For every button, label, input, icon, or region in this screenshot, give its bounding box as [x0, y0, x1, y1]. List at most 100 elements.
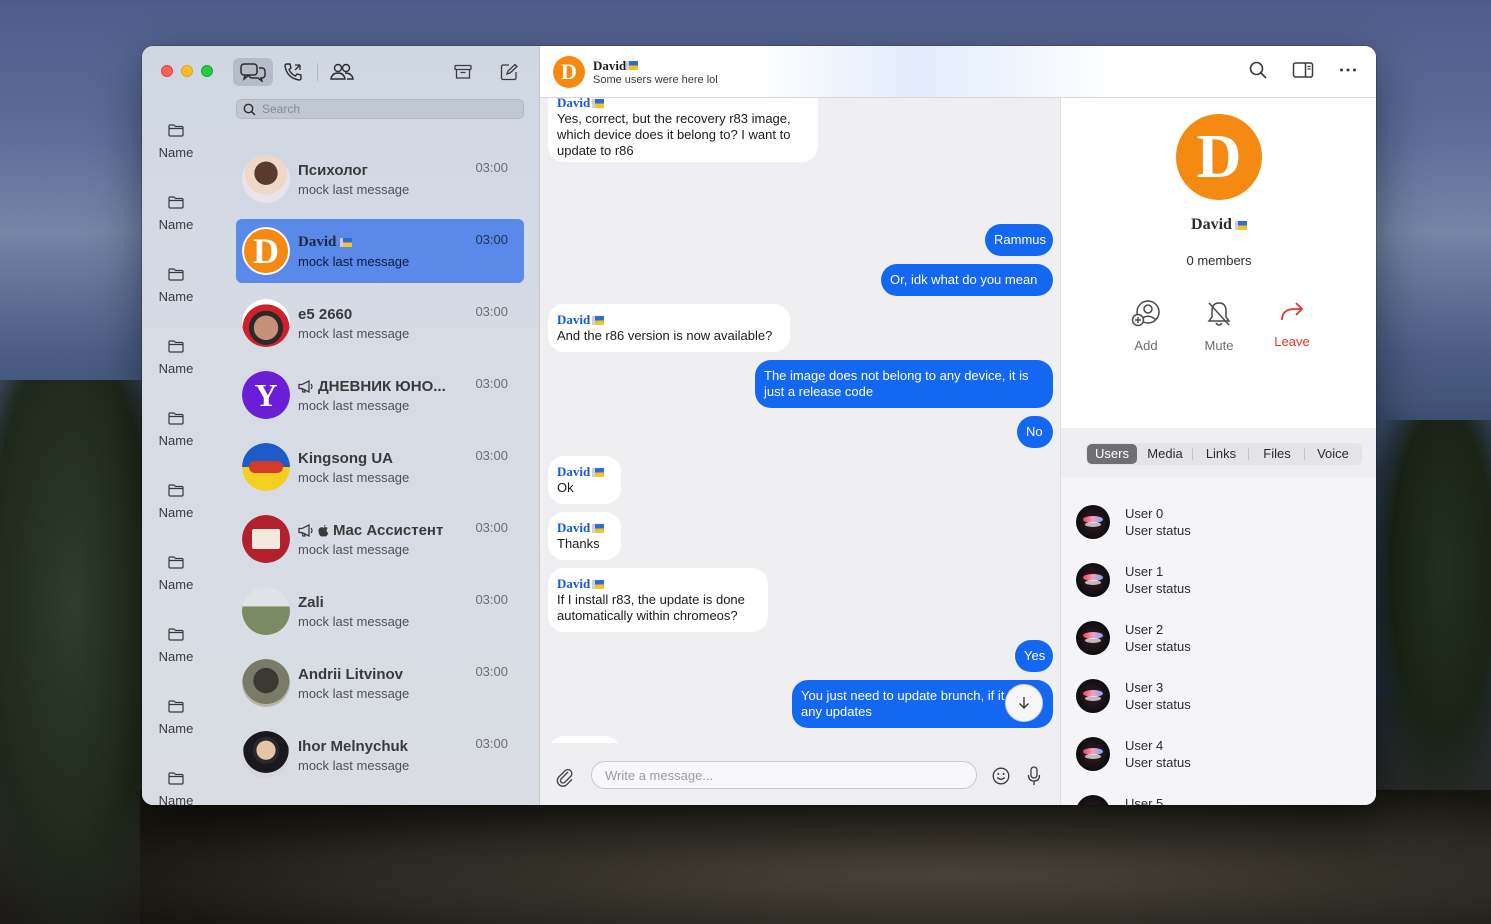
chat-time: 03:00	[475, 592, 508, 607]
profile-avatar[interactable]: D	[1176, 114, 1262, 200]
folder-item[interactable]: Name	[142, 610, 210, 682]
outgoing-message[interactable]: Yes	[1015, 640, 1053, 672]
search-icon	[243, 103, 256, 116]
sidebar: Name Name Name Name Name Name Name Name Name Name…	[142, 46, 540, 805]
header-title[interactable]: David	[593, 58, 639, 74]
zoom-window-button[interactable]	[201, 65, 213, 77]
sidebar-toolbar	[233, 58, 362, 86]
user-row[interactable]: User 4 User status	[1061, 725, 1376, 783]
close-window-button[interactable]	[161, 65, 173, 77]
incoming-message[interactable]: David Yes, correct, but the recovery r83 …	[548, 98, 818, 162]
header-avatar-letter: D	[561, 59, 577, 84]
folder-item[interactable]: Name	[142, 106, 210, 178]
member-count: 0 members	[1186, 253, 1252, 268]
incoming-message[interactable]: DavidOk	[548, 456, 621, 504]
folder-item[interactable]: Name	[142, 250, 210, 322]
message-sender: David	[557, 576, 759, 592]
attach-icon[interactable]	[556, 767, 574, 787]
message-sender-name: David	[557, 98, 591, 110]
folder-item[interactable]: Name	[142, 394, 210, 466]
microphone-icon[interactable]	[1027, 766, 1041, 786]
folder-item[interactable]: Name	[142, 178, 210, 250]
user-row[interactable]: User 2 User status	[1061, 609, 1376, 667]
chat-list-item[interactable]: Ihor Melnychuk mock last message 03:00	[236, 723, 524, 787]
message-input[interactable]: Write a message...	[591, 761, 977, 789]
chat-name: Психолог	[298, 162, 498, 179]
user-name: User 0	[1125, 506, 1164, 521]
compose-button[interactable]	[489, 58, 529, 86]
user-status: User status	[1125, 755, 1191, 770]
more-icon[interactable]	[1338, 60, 1358, 80]
calls-tab-button[interactable]	[273, 58, 313, 86]
chat-time: 03:00	[475, 232, 508, 247]
search-field[interactable]: Search	[236, 99, 524, 119]
folder-icon	[168, 556, 184, 569]
chat-list-item[interactable]: Y ДНЕВНИК ЮНО... mock last message 03:00	[236, 363, 524, 427]
chat-list-item[interactable]: Zali mock last message 03:00	[236, 579, 524, 643]
outgoing-message[interactable]: Rammus	[985, 224, 1053, 256]
chat-avatar	[242, 731, 290, 779]
chat-list-item[interactable]: Andrii Litvinov mock last message 03:00	[236, 651, 524, 715]
outgoing-message[interactable]: The image does not belong to any device,…	[755, 360, 1053, 408]
chat-name-text: ДНЕВНИК ЮНО...	[318, 377, 446, 395]
incoming-message[interactable]: David And the r86 version is now availabl…	[548, 304, 790, 352]
user-row[interactable]: User 0 User status	[1061, 493, 1376, 551]
add-button[interactable]: Add	[1116, 300, 1176, 353]
folder-item[interactable]: Name	[142, 466, 210, 538]
leave-button[interactable]: Leave	[1262, 300, 1322, 349]
phone-icon	[284, 63, 302, 81]
traffic-lights	[161, 65, 213, 77]
emoji-icon[interactable]	[992, 767, 1010, 785]
chat-list-item[interactable]: D David mock last message 03:00	[236, 219, 524, 283]
incoming-message[interactable]: David Thanks	[548, 512, 621, 560]
chat-list-item[interactable]: e5 2660 mock last message 03:00	[236, 291, 524, 355]
chat-last-message: mock last message	[298, 541, 410, 557]
user-row[interactable]: User 3 User status	[1061, 667, 1376, 725]
contacts-icon	[330, 63, 354, 80]
message-placeholder: Write a message...	[605, 767, 714, 783]
mute-button[interactable]: Mute	[1189, 300, 1249, 353]
user-list: User 0 User status User 1 User status User 2…	[1061, 493, 1376, 805]
chat-name: Mac Ассистент	[298, 522, 498, 539]
arrow-down-icon	[1019, 697, 1029, 709]
desktop-tree	[1370, 420, 1491, 800]
folder-item[interactable]: Name	[142, 754, 210, 805]
chat-name-text: Zali	[298, 593, 324, 611]
folder-column: Name Name Name Name Name Name Name Name Name Name	[142, 106, 210, 805]
folder-item[interactable]: Name	[142, 682, 210, 754]
outgoing-message[interactable]: Or, idk what do you mean	[881, 264, 1053, 296]
user-row[interactable]: User 1 User status	[1061, 551, 1376, 609]
incoming-message[interactable]: DavidOk	[548, 736, 621, 743]
minimize-window-button[interactable]	[181, 65, 193, 77]
folder-item[interactable]: Name	[142, 538, 210, 610]
message-list: David Yes, correct, but the recovery r83 …	[540, 98, 1060, 743]
folder-item[interactable]: Name	[142, 322, 210, 394]
contacts-tab-button[interactable]	[322, 58, 362, 86]
chat-last-message: mock last message	[298, 469, 410, 485]
bell-slash-icon	[1207, 302, 1231, 326]
chat-bubbles-icon	[240, 63, 266, 82]
tab-links[interactable]: Links	[1193, 444, 1249, 464]
chat-list-item[interactable]: Mac Ассистент mock last message 03:00	[236, 507, 524, 571]
sidebar-toggle-icon[interactable]	[1292, 60, 1314, 80]
tab-files[interactable]: Files	[1249, 444, 1305, 464]
archive-button[interactable]	[443, 58, 483, 86]
tab-users[interactable]: Users	[1087, 444, 1137, 464]
incoming-message[interactable]: David If I install r83, the update is don…	[548, 568, 768, 632]
user-row[interactable]: User 5User status	[1061, 783, 1376, 805]
tab-media[interactable]: Media	[1137, 444, 1193, 464]
search-icon[interactable]	[1248, 60, 1268, 80]
user-avatar	[1076, 737, 1110, 771]
outgoing-message[interactable]: No	[1017, 416, 1053, 448]
chat-header: D David Some users were here lol	[540, 46, 1376, 98]
chat-last-message: mock last message	[298, 181, 410, 197]
tab-voice[interactable]: Voice	[1305, 444, 1361, 464]
header-avatar[interactable]: D	[553, 56, 585, 88]
folder-label: Name	[158, 217, 194, 232]
apple-icon	[318, 524, 329, 537]
chat-list-item[interactable]: Kingsong UA mock last message 03:00	[236, 435, 524, 499]
chats-tab-button[interactable]	[233, 58, 273, 86]
scroll-to-bottom-button[interactable]	[1005, 684, 1043, 722]
chat-list-item[interactable]: Психолог mock last message 03:00	[236, 147, 524, 211]
message-text: And the r86 version is now available?	[557, 328, 773, 343]
